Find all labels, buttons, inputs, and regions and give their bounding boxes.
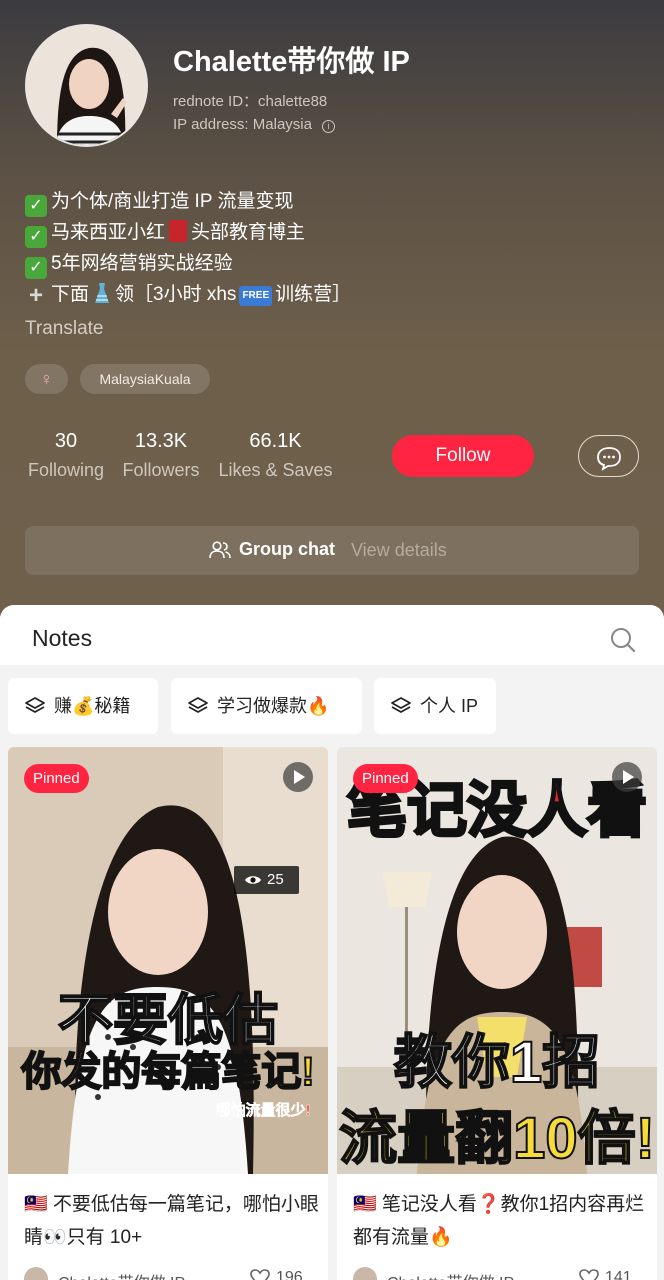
heart-icon[interactable] <box>579 1269 599 1280</box>
gender-tag: ♀ <box>25 364 68 394</box>
group-chat-bar[interactable]: Group chat View details <box>25 526 639 575</box>
profile-bio: ✓ 为个体/商业打造 IP 流量变现 ✓ 马来西亚小红 头部教育博主 ✓ 5年网络营销实… <box>25 186 351 310</box>
ip-address-text: IP address: Malaysia <box>173 116 312 133</box>
heart-icon[interactable] <box>250 1269 270 1280</box>
like-count: 141 <box>605 1269 632 1280</box>
stat-label: Following <box>27 460 105 480</box>
collection-chip[interactable]: 学习做爆款🔥 <box>171 678 362 734</box>
stat-followers[interactable]: 13.3K Followers <box>118 428 204 486</box>
follow-button[interactable]: Follow <box>392 435 534 477</box>
author-name[interactable]: Chalette带你做 IP <box>387 1269 514 1280</box>
layers-icon <box>391 697 411 713</box>
profile-header: Chalette带你做 IP rednote ID：chalette88 IP … <box>0 0 664 640</box>
location-tag: MalaysiaKuala <box>80 364 210 394</box>
pinned-badge: Pinned <box>353 764 418 793</box>
stat-following[interactable]: 30 Following <box>25 428 107 486</box>
chat-bubble-icon <box>597 447 621 471</box>
tab-notes[interactable]: Notes <box>32 625 92 652</box>
stat-label: Likes & Saves <box>218 460 333 480</box>
notes-panel: Notes 赚💰秘籍 学习做爆款🔥 个人 IP 不要低估 你发的每篇笔记! 哪怕… <box>0 605 664 1280</box>
view-details-link[interactable]: View details <box>351 540 447 561</box>
pinned-badge: Pinned <box>24 764 89 793</box>
group-icon <box>209 541 231 559</box>
note-card[interactable]: 不要低估 你发的每篇笔记! 哪怕流量很少! Pinned 25 🇲🇾 不要低估每… <box>8 747 328 1280</box>
translate-link[interactable]: Translate <box>25 318 104 340</box>
group-chat-label: Group chat <box>239 539 336 559</box>
stat-value: 13.3K <box>134 430 188 452</box>
view-count: 25 <box>234 866 299 894</box>
search-icon[interactable] <box>610 627 636 653</box>
note-title[interactable]: 🇲🇾 笔记没人看❓教你1招内容再烂都有流量🔥 <box>353 1188 649 1254</box>
author-name[interactable]: Chalette带你做 IP <box>58 1269 185 1280</box>
note-cover-image[interactable]: 不要低估 你发的每篇笔记! 哪怕流量很少! Pinned 25 <box>8 747 328 1174</box>
dress-icon <box>95 283 110 303</box>
check-icon: ✓ <box>25 257 47 279</box>
layers-icon <box>25 697 45 713</box>
free-icon: FREE <box>239 286 273 306</box>
bio-line: ✓ 马来西亚小红 头部教育博主 <box>25 217 351 248</box>
stat-value: 30 <box>54 430 78 452</box>
collection-label: 学习做爆款🔥 <box>217 696 330 716</box>
note-card[interactable]: 笔记没人看 教你1招 流量翻10倍! Pinned 🇲🇾 笔记没人看❓教你1招内… <box>337 747 657 1280</box>
play-icon <box>283 762 313 792</box>
note-cover-image[interactable]: 笔记没人看 教你1招 流量翻10倍! Pinned <box>337 747 657 1174</box>
ip-address: IP address: Malaysia i <box>173 116 335 133</box>
bio-line: ✓ 为个体/商业打造 IP 流量变现 <box>25 186 351 217</box>
layers-icon <box>188 697 208 713</box>
profile-name: Chalette带你做 IP <box>173 46 410 78</box>
avatar[interactable] <box>25 24 148 147</box>
bio-line: ✓ 5年网络营销实战经验 <box>25 248 351 279</box>
plus-icon: + <box>28 282 43 309</box>
collection-chip[interactable]: 赚💰秘籍 <box>8 678 158 734</box>
note-footer: Chalette带你做 IP 196 <box>24 1263 320 1280</box>
author-avatar[interactable] <box>353 1267 377 1280</box>
play-icon <box>612 762 642 792</box>
cover-note: 流量翻10倍! <box>338 1105 656 1172</box>
bio-line: + 下面 领［3小时 xhs FREE 训练营］ <box>25 279 351 310</box>
rednote-id[interactable]: rednote ID：chalette88 <box>173 90 327 111</box>
cover-note: 哪怕流量很少! <box>215 1102 311 1120</box>
like-count: 196 <box>276 1269 303 1280</box>
stat-label: Followers <box>122 460 200 480</box>
cover-subheadline: 你发的每篇笔记! <box>20 1049 315 1095</box>
stat-value: 66.1K <box>249 430 302 452</box>
check-icon: ✓ <box>25 195 47 217</box>
author-avatar[interactable] <box>24 1267 48 1280</box>
cover-subheadline: 教你1招 <box>393 1029 601 1096</box>
collection-label: 赚💰秘籍 <box>54 696 131 716</box>
message-button[interactable] <box>578 435 639 477</box>
book-icon <box>169 220 188 242</box>
info-icon[interactable]: i <box>321 120 335 133</box>
note-footer: Chalette带你做 IP 141 <box>353 1263 649 1280</box>
check-icon: ✓ <box>25 226 47 248</box>
stat-likes-saves[interactable]: 66.1K Likes & Saves <box>215 428 336 486</box>
eye-icon <box>245 876 261 884</box>
collection-label: 个人 IP <box>420 696 479 716</box>
notes-tab-bar: Notes <box>0 605 664 665</box>
note-title[interactable]: 🇲🇾 不要低估每一篇笔记，哪怕小眼睛👀只有 10+ <box>24 1188 320 1254</box>
collection-chip[interactable]: 个人 IP <box>374 678 496 734</box>
